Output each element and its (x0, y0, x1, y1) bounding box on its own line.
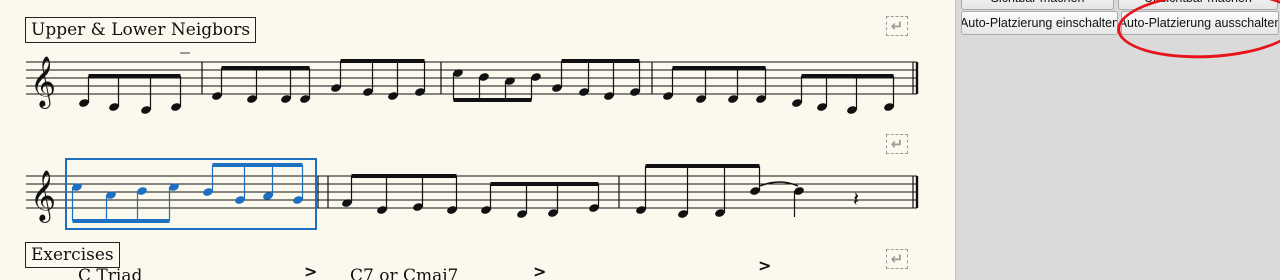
treble-clef-icon[interactable]: 𝄞 (30, 170, 56, 223)
chord-label-c-triad[interactable]: C Triad (78, 266, 142, 280)
line-break-icon[interactable]: ↵ (886, 249, 908, 269)
make-invisible-button[interactable]: Unsichtbar machen (1118, 0, 1278, 10)
selection-rectangle[interactable] (65, 158, 317, 230)
accent-mark[interactable]: > (758, 258, 771, 274)
score-canvas[interactable]: 𝄞 𝄞 𝄽 Upper & Lower Neigbors Exercises C … (0, 0, 955, 280)
make-visible-button[interactable]: Sichtbar machen (961, 0, 1114, 10)
accent-mark[interactable]: > (304, 264, 317, 280)
autoplace-off-button[interactable]: Auto-Platzierung ausschalten (1121, 11, 1279, 35)
inspector-panel: Sichtbar machen Unsichtbar machen Auto-P… (955, 0, 1280, 280)
autoplace-on-button[interactable]: Auto-Platzierung einschalten (961, 11, 1118, 35)
chord-label-c7[interactable]: C7 or Cmaj7 (350, 266, 458, 280)
line-break-icon[interactable]: ↵ (886, 134, 908, 154)
rehearsal-mark-exercises[interactable]: Exercises (25, 242, 120, 268)
accent-mark[interactable]: > (533, 264, 546, 280)
quarter-rest-icon[interactable]: 𝄽 (853, 187, 859, 211)
treble-clef-icon[interactable]: 𝄞 (30, 56, 56, 109)
rehearsal-mark-upper-lower[interactable]: Upper & Lower Neigbors (25, 17, 257, 43)
line-break-icon[interactable]: ↵ (886, 16, 908, 36)
